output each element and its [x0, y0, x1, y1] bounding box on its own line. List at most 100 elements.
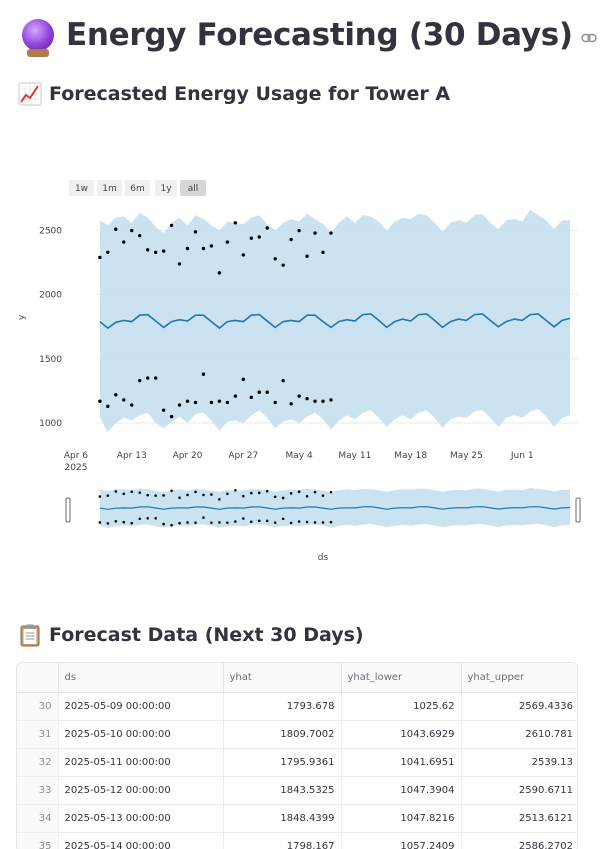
actual-point: [201, 246, 206, 251]
column-header-ds[interactable]: ds: [58, 663, 224, 693]
row-index: 33: [17, 776, 59, 805]
cell-yhat-upper[interactable]: 2539.13: [461, 748, 577, 777]
actual-point: [233, 394, 238, 398]
link-icon[interactable]: [581, 33, 597, 43]
slider-point: [98, 495, 102, 498]
cell-yhat-upper[interactable]: 2569.4336: [461, 692, 577, 721]
actual-point: [297, 228, 301, 233]
cell-yhat-lower[interactable]: 1047.3904: [341, 776, 462, 805]
svg-text:1m: 1m: [102, 184, 117, 194]
slider-point: [313, 521, 317, 524]
actual-point: [122, 398, 126, 402]
table-row[interactable]: 33 2025-05-12 00:00:00 1843.5325 1047.39…: [17, 776, 577, 805]
cell-yhat[interactable]: 1795.9361: [223, 748, 342, 777]
column-header-yhat[interactable]: yhat: [223, 663, 342, 693]
column-header-yhat-lower[interactable]: yhat_lower: [341, 663, 462, 693]
slider-point: [297, 490, 301, 493]
actual-point: [185, 246, 190, 251]
cell-ds[interactable]: 2025-05-10 00:00:00: [58, 720, 224, 749]
cell-ds[interactable]: 2025-05-14 00:00:00: [58, 832, 224, 849]
actual-point: [225, 240, 230, 244]
cell-yhat[interactable]: 1798.167: [223, 832, 342, 849]
slider-point: [289, 521, 293, 525]
row-index: 31: [17, 720, 59, 749]
actual-point: [130, 403, 134, 407]
svg-text:1y: 1y: [160, 184, 172, 194]
clipboard-icon: [20, 624, 40, 647]
slider-point: [130, 521, 134, 525]
slider-point: [226, 521, 229, 524]
x-tick-sublabel: 2025: [65, 463, 88, 473]
cell-yhat-upper[interactable]: 2513.6121: [461, 804, 577, 833]
y-tick-label: 2000: [39, 291, 62, 301]
actual-point: [193, 400, 198, 405]
actual-point: [289, 402, 293, 406]
table-row[interactable]: 30 2025-05-09 00:00:00 1793.678 1025.62 …: [17, 692, 577, 721]
actual-point: [98, 399, 102, 403]
actual-point: [106, 404, 110, 409]
range-button-all[interactable]: all: [180, 180, 206, 196]
actual-point: [177, 262, 182, 266]
x-tick-label: Apr 20: [173, 451, 203, 461]
cell-yhat-lower[interactable]: 1047.8216: [341, 804, 462, 833]
slider-point: [138, 517, 142, 521]
range-button-1y[interactable]: 1y: [155, 180, 177, 196]
actual-point: [169, 414, 174, 419]
actual-point: [265, 226, 269, 230]
slider-point: [289, 492, 293, 495]
forecast-chart[interactable]: 1w 1m 6m 1y all Apr 6 2025 Apr 13 Apr 20 Apr 27 M…: [0, 170, 601, 570]
range-button-6m[interactable]: 6m: [125, 180, 150, 196]
cell-yhat[interactable]: 1793.678: [223, 692, 342, 721]
cell-ds[interactable]: 2025-05-11 00:00:00: [58, 748, 224, 777]
row-index: 30: [17, 692, 59, 721]
cell-yhat-upper[interactable]: 2610.781: [461, 720, 577, 749]
actual-point: [233, 221, 238, 225]
actual-point: [185, 399, 190, 403]
slider-point: [162, 494, 165, 497]
actual-point: [249, 236, 253, 240]
cell-yhat[interactable]: 1848.4399: [223, 804, 342, 833]
slider-point: [257, 491, 261, 495]
cell-ds[interactable]: 2025-05-12 00:00:00: [58, 776, 224, 805]
cell-yhat-upper[interactable]: 2590.6711: [461, 776, 577, 805]
slider-point: [122, 520, 126, 524]
x-axis-label: ds: [318, 553, 329, 563]
slider-handle-left[interactable]: [65, 497, 71, 523]
slider-point: [210, 521, 213, 524]
cell-yhat[interactable]: 1809.7002: [223, 720, 342, 749]
actual-point: [145, 376, 150, 380]
table-row[interactable]: 31 2025-05-10 00:00:00 1809.7002 1043.69…: [17, 720, 577, 749]
cell-yhat-lower[interactable]: 1041.6951: [341, 748, 462, 777]
range-button-1m[interactable]: 1m: [97, 180, 122, 196]
cell-yhat-lower[interactable]: 1025.62: [341, 692, 462, 721]
cell-yhat-upper[interactable]: 2586.2702: [461, 832, 577, 849]
slider-handle-right[interactable]: [575, 497, 581, 523]
chart-heading-row: Forecasted Energy Usage for Tower A: [18, 82, 450, 106]
table-row[interactable]: 35 2025-05-14 00:00:00 1798.167 1057.240…: [17, 832, 577, 849]
range-slider: [65, 488, 581, 528]
table-row[interactable]: 34 2025-05-13 00:00:00 1848.4399 1047.82…: [17, 804, 577, 833]
actual-point: [281, 263, 285, 267]
actual-point: [329, 231, 333, 235]
x-tick-label: Jun 1: [510, 451, 534, 461]
slider-point: [186, 493, 189, 497]
slider-point: [313, 490, 317, 494]
confidence-band: [99, 210, 571, 432]
cell-yhat[interactable]: 1843.5325: [223, 776, 342, 805]
actual-point: [217, 399, 222, 403]
actual-point: [297, 394, 301, 398]
cell-yhat-lower[interactable]: 1043.6929: [341, 720, 462, 749]
column-header-yhat-upper[interactable]: yhat_upper: [461, 663, 577, 693]
table-row[interactable]: 32 2025-05-11 00:00:00 1795.9361 1041.69…: [17, 748, 577, 777]
slider-point: [154, 516, 157, 520]
table-heading: Forecast Data (Next 30 Days): [49, 624, 364, 646]
range-button-1w[interactable]: 1w: [69, 180, 94, 196]
cell-ds[interactable]: 2025-05-09 00:00:00: [58, 692, 224, 721]
cell-yhat-lower[interactable]: 1057.2409: [341, 832, 462, 849]
slider-point: [265, 519, 269, 523]
forecast-table[interactable]: ds yhat yhat_lower yhat_upper 30 2025-05…: [16, 662, 578, 849]
column-header-index[interactable]: [17, 663, 59, 693]
cell-ds[interactable]: 2025-05-13 00:00:00: [58, 804, 224, 833]
actual-point: [241, 253, 246, 257]
slider-point: [170, 523, 173, 527]
